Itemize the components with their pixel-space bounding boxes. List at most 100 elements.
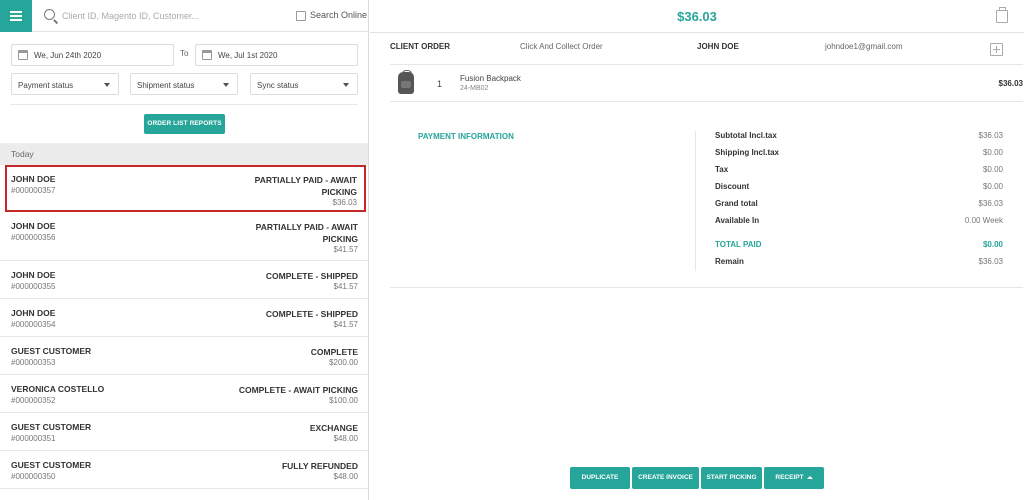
shipment-status-label: Shipment status [137,81,195,90]
discount-row: Discount $0.00 [715,182,1003,199]
order-info-row: CLIENT ORDER Click And Collect Order JOH… [390,42,1024,64]
order-customer: VERONICA COSTELLO [11,384,105,394]
order-number: #000000355 [11,282,56,291]
order-row[interactable]: GUEST CUSTOMER #000000350 FULLY REFUNDED… [0,451,368,489]
vertical-divider [695,131,696,271]
start-picking-button[interactable]: START PICKING [701,467,762,489]
date-to-field[interactable]: We, Jul 1st 2020 [195,44,358,66]
order-row[interactable]: JOHN DOE #000000355 COMPLETE - SHIPPED $… [0,261,368,299]
total-paid-row: TOTAL PAID $0.00 [715,240,1003,257]
duplicate-button[interactable]: DUPLICATE [570,467,630,489]
order-row-selected[interactable]: JOHN DOE #000000357 PARTIALLY PAID - AWA… [5,165,366,212]
order-status: COMPLETE [310,347,358,357]
create-invoice-button[interactable]: CREATE INVOICE [632,467,699,489]
order-status: PARTIALLY PAID - AWAIT PICKING [255,222,358,244]
chevron-up-icon [806,475,813,479]
order-amount: $200.00 [329,358,358,367]
print-icon[interactable] [996,7,1008,23]
order-status: PARTIALLY PAID - AWAIT PICKING [254,175,357,197]
order-number: #000000352 [11,396,56,405]
shipping-row: Shipping Incl.tax $0.00 [715,148,1003,165]
order-amount: $41.57 [333,320,358,329]
order-customer: GUEST CUSTOMER [11,346,92,356]
customer-name: JOHN DOE [697,42,739,51]
receipt-label: RECEIPT [775,474,804,481]
discount-label: Discount [715,182,750,191]
order-status: COMPLETE - SHIPPED [265,271,358,281]
tax-value: $0.00 [982,165,1003,174]
divider [390,101,1023,102]
client-order-label: CLIENT ORDER [390,42,450,51]
available-in-label: Available In [715,216,760,225]
subtotal-row: Subtotal Incl.tax $36.03 [715,131,1003,148]
order-type: Click And Collect Order [520,42,603,51]
order-row[interactable]: VERONICA COSTELLO #000000352 COMPLETE - … [0,375,368,413]
order-totals: Subtotal Incl.tax $36.03 Shipping Incl.t… [715,131,1003,274]
search-input[interactable] [62,8,282,24]
order-item-row: 1 Fusion Backpack 24-MB02 $36.03 [390,65,1023,101]
add-icon[interactable] [990,43,1003,56]
order-row[interactable]: JOHN DOE #000000356 PARTIALLY PAID - AWA… [0,212,368,261]
order-amount: $41.57 [333,245,358,254]
search-online-checkbox[interactable] [296,11,306,21]
subtotal-value: $36.03 [978,131,1003,140]
backpack-icon [398,70,414,94]
tax-label: Tax [715,165,729,174]
menu-icon[interactable] [0,0,32,32]
date-from-value: We, Jun 24th 2020 [34,51,102,60]
order-customer: JOHN DOE [11,221,56,231]
order-detail-panel: $36.03 CLIENT ORDER Click And Collect Or… [370,0,1024,500]
date-from-field[interactable]: We, Jun 24th 2020 [11,44,174,66]
group-header-today: Today [0,143,368,165]
item-name: Fusion Backpack [460,74,521,83]
order-customer: JOHN DOE [11,308,56,318]
order-row[interactable]: JOHN DOE #000000354 COMPLETE - SHIPPED $… [0,299,368,337]
order-number: #000000356 [11,233,56,242]
order-customer: GUEST CUSTOMER [11,460,92,470]
shipping-value: $0.00 [982,148,1003,157]
order-number: #000000353 [11,358,56,367]
customer-email: johndoe1@gmail.com [825,42,903,51]
shipment-status-select[interactable]: Shipment status [130,73,238,95]
available-in-value: 0.00 Week [964,216,1003,225]
tax-row: Tax $0.00 [715,165,1003,182]
order-customer: JOHN DOE [11,174,56,184]
order-total-header: $36.03 [370,0,1024,33]
order-number: #000000351 [11,434,56,443]
order-customer: JOHN DOE [11,270,56,280]
remain-value: $36.03 [978,257,1003,266]
grand-total-row: Grand total $36.03 [715,199,1003,216]
chevron-down-icon [104,83,110,87]
chevron-down-icon [223,83,229,87]
order-status: EXCHANGE [309,423,358,433]
shipping-label: Shipping Incl.tax [715,148,780,157]
order-amount: $48.00 [333,434,358,443]
order-amount: $100.00 [329,396,358,405]
total-paid-label: TOTAL PAID [715,240,762,249]
receipt-button[interactable]: RECEIPT [764,467,824,489]
grand-total-label: Grand total [715,199,758,208]
chevron-down-icon [343,83,349,87]
pos-order-screen: Search Online We, Jun 24th 2020 To We, J… [0,0,1024,500]
order-number: #000000354 [11,320,56,329]
filter-divider [10,104,358,105]
date-to-label: To [180,49,189,58]
order-row[interactable]: GUEST CUSTOMER #000000351 EXCHANGE $48.0… [0,413,368,451]
grand-total-value: $36.03 [978,199,1003,208]
order-row[interactable]: GUEST CUSTOMER #000000353 COMPLETE $200.… [0,337,368,375]
search-bar: Search Online [0,0,368,32]
order-total-amount: $36.03 [677,9,717,24]
divider [390,287,1023,288]
order-amount: $48.00 [333,472,358,481]
remain-label: Remain [715,257,744,266]
calendar-icon [202,50,212,60]
payment-status-select[interactable]: Payment status [11,73,119,95]
order-list-reports-button[interactable]: ORDER LIST REPORTS [144,114,225,134]
sync-status-label: Sync status [257,81,299,90]
item-sku: 24-MB02 [460,85,489,92]
order-amount: $41.57 [333,282,358,291]
item-price: $36.03 [998,79,1023,88]
available-in-row: Available In 0.00 Week [715,216,1003,233]
sync-status-select[interactable]: Sync status [250,73,358,95]
date-to-value: We, Jul 1st 2020 [218,51,278,60]
